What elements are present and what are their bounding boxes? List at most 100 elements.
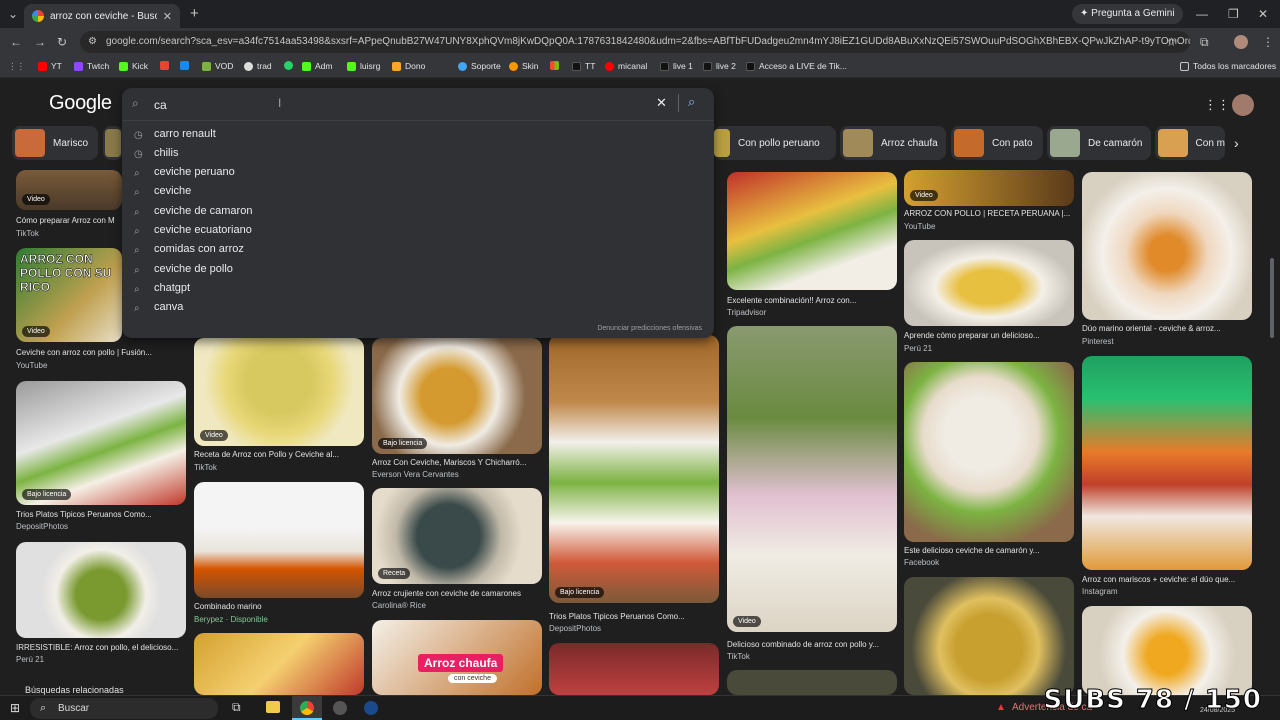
result-caption[interactable]: Combinado marino xyxy=(194,602,364,611)
result-caption[interactable]: IRRESISTIBLE: Arroz con pollo, el delici… xyxy=(16,643,186,652)
all-bookmarks-folder[interactable]: Todos los marcadores xyxy=(1180,61,1276,71)
suggestion-item[interactable]: chatgpt xyxy=(154,282,190,294)
result-caption[interactable]: Excelente combinación!! Arroz con... xyxy=(727,296,897,305)
search-submit-icon[interactable]: ⌕ xyxy=(688,94,695,110)
chrome-taskbar-button[interactable] xyxy=(292,696,322,720)
result-caption[interactable]: Ceviche con arroz con pollo | Fusión... xyxy=(16,348,186,357)
result-image[interactable] xyxy=(904,362,1074,542)
minimize-icon[interactable]: — xyxy=(1196,0,1208,28)
result-image[interactable] xyxy=(1082,606,1252,695)
result-caption[interactable]: Delicioso combinado de arroz con pollo y… xyxy=(727,640,897,649)
result-image[interactable]: Bajo licencia xyxy=(549,335,719,603)
tab-list-icon[interactable]: ⌄ xyxy=(8,0,18,28)
page-scrollbar[interactable] xyxy=(1270,258,1274,338)
suggestion-item[interactable]: ceviche ecuatoriano xyxy=(154,224,252,236)
chip-con-pollo-peruano[interactable]: Con pollo peruano xyxy=(714,126,836,160)
result-image[interactable]: ARROZ CON POLLO CON SU RICO Video xyxy=(16,248,122,342)
chip-partial[interactable] xyxy=(103,126,123,160)
result-caption[interactable]: Receta de Arroz con Pollo y Ceviche al..… xyxy=(194,450,364,459)
bookmark-twtch[interactable]: Twtch xyxy=(74,61,109,71)
bookmark-skin[interactable]: Skin xyxy=(509,61,539,71)
result-image[interactable] xyxy=(194,633,364,695)
windows-start-icon[interactable]: ⊞ xyxy=(10,701,20,715)
result-source[interactable]: Perú 21 xyxy=(904,344,932,353)
suggestion-item[interactable]: canva xyxy=(154,301,183,313)
result-caption[interactable]: Trios Platos Tipicos Peruanos Como... xyxy=(16,510,186,519)
gemini-button[interactable]: ✦ Pregunta a Gemini xyxy=(1072,4,1183,24)
result-caption[interactable]: Aprende cómo preparar un delicioso... xyxy=(904,331,1074,340)
chevron-right-icon[interactable]: › xyxy=(1234,135,1239,151)
result-source[interactable]: Berypez · Disponible xyxy=(194,615,268,624)
file-explorer-icon[interactable] xyxy=(266,701,280,713)
result-source[interactable]: TikTok xyxy=(16,229,39,238)
result-image[interactable] xyxy=(549,643,719,695)
bookmark-dono[interactable]: Dono xyxy=(392,61,425,71)
result-image[interactable]: Receta xyxy=(372,488,542,584)
result-image[interactable]: Arroz chaufa con ceviche xyxy=(372,620,542,695)
result-caption[interactable]: Cómo preparar Arroz con M xyxy=(16,216,122,225)
site-info-icon[interactable]: ⚙ xyxy=(88,31,97,53)
result-caption[interactable]: Trios Platos Tipicos Peruanos Como... xyxy=(549,612,719,621)
menu-icon[interactable]: ⋮ xyxy=(1262,28,1274,56)
bookmark-micanal[interactable]: micanal xyxy=(605,61,647,71)
result-source[interactable]: Perú 21 xyxy=(16,655,44,664)
suggestion-item[interactable]: carro renault xyxy=(154,128,216,140)
result-image[interactable]: Video xyxy=(194,338,364,446)
chip-de-camaron[interactable]: De camarón xyxy=(1047,126,1151,160)
bookmark-luisrg[interactable]: luisrg xyxy=(347,61,380,71)
task-view-icon[interactable]: ⧉ xyxy=(232,700,241,715)
result-image[interactable] xyxy=(727,172,897,290)
obs-icon[interactable] xyxy=(333,701,347,715)
bookmark-tiktok-live[interactable]: Acceso a LIVE de Tik... xyxy=(746,61,847,71)
bookmark-soporte[interactable]: Soporte xyxy=(458,61,501,71)
result-image[interactable] xyxy=(904,240,1074,326)
back-icon[interactable]: ← xyxy=(10,28,22,56)
result-source[interactable]: TikTok xyxy=(194,463,217,472)
gmail-bookmark-icon[interactable] xyxy=(160,61,173,70)
shield-bookmark-icon[interactable] xyxy=(180,61,193,70)
reload-icon[interactable]: ↻ xyxy=(57,28,67,56)
bookmark-vod[interactable]: VOD xyxy=(202,61,233,71)
result-caption[interactable]: ARROZ CON POLLO | RECETA PERUANA |... xyxy=(904,209,1076,218)
whatsapp-bookmark-icon[interactable] xyxy=(284,61,297,70)
suggestion-item[interactable]: ceviche de pollo xyxy=(154,263,233,275)
result-source[interactable]: DepositPhotos xyxy=(16,522,68,531)
result-image[interactable]: Video xyxy=(727,326,897,632)
result-source[interactable]: Facebook xyxy=(904,558,939,567)
result-source[interactable]: YouTube xyxy=(16,361,47,370)
result-source[interactable]: Tripadvisor xyxy=(727,308,766,317)
result-image[interactable]: Video xyxy=(904,170,1074,206)
result-image[interactable] xyxy=(1082,172,1252,320)
google-logo[interactable]: Google xyxy=(49,92,112,115)
report-predictions-link[interactable]: Denunciar predicciones ofensivas xyxy=(597,325,702,332)
result-source[interactable]: TikTok xyxy=(727,652,750,661)
result-image[interactable] xyxy=(194,482,364,598)
result-source[interactable]: YouTube xyxy=(904,222,935,231)
bookmark-star-icon[interactable]: ☆ xyxy=(1166,28,1177,56)
result-source[interactable]: Pinterest xyxy=(1082,337,1114,346)
result-caption[interactable]: Este delicioso ceviche de camarón y... xyxy=(904,546,1074,555)
result-image[interactable] xyxy=(1082,356,1252,570)
taskbar-search[interactable]: ⌕ Buscar xyxy=(30,698,218,719)
chip-con-m[interactable]: Con m xyxy=(1155,126,1225,160)
bookmark-trad[interactable]: trad xyxy=(244,61,272,71)
new-tab-icon[interactable]: + xyxy=(190,0,199,28)
result-image[interactable] xyxy=(904,577,1074,695)
maximize-icon[interactable]: ❐ xyxy=(1228,0,1239,28)
close-tab-icon[interactable]: ✕ xyxy=(163,10,172,23)
suggestion-item[interactable]: ceviche peruano xyxy=(154,166,235,178)
microsoft-bookmark-icon[interactable] xyxy=(550,61,563,70)
chip-arroz-chaufa[interactable]: Arroz chaufa xyxy=(840,126,946,160)
chip-con-pato[interactable]: Con pato xyxy=(951,126,1043,160)
search-input[interactable]: ca xyxy=(154,98,167,112)
suggestion-item[interactable]: comidas con arroz xyxy=(154,243,244,255)
result-image[interactable]: Bajo licencia xyxy=(16,381,186,505)
result-caption[interactable]: Arroz crujiente con ceviche de camarones xyxy=(372,589,542,598)
bookmark-kick[interactable]: Kick xyxy=(119,61,148,71)
address-bar[interactable]: ⚙ google.com/search?sca_esv=a34fc7514aa5… xyxy=(80,31,1190,53)
result-image[interactable]: Video xyxy=(16,170,122,210)
result-image[interactable] xyxy=(16,542,186,638)
account-avatar[interactable] xyxy=(1232,94,1254,116)
result-source[interactable]: DepositPhotos xyxy=(549,624,601,633)
chip-marisco[interactable]: Marisco xyxy=(12,126,98,160)
